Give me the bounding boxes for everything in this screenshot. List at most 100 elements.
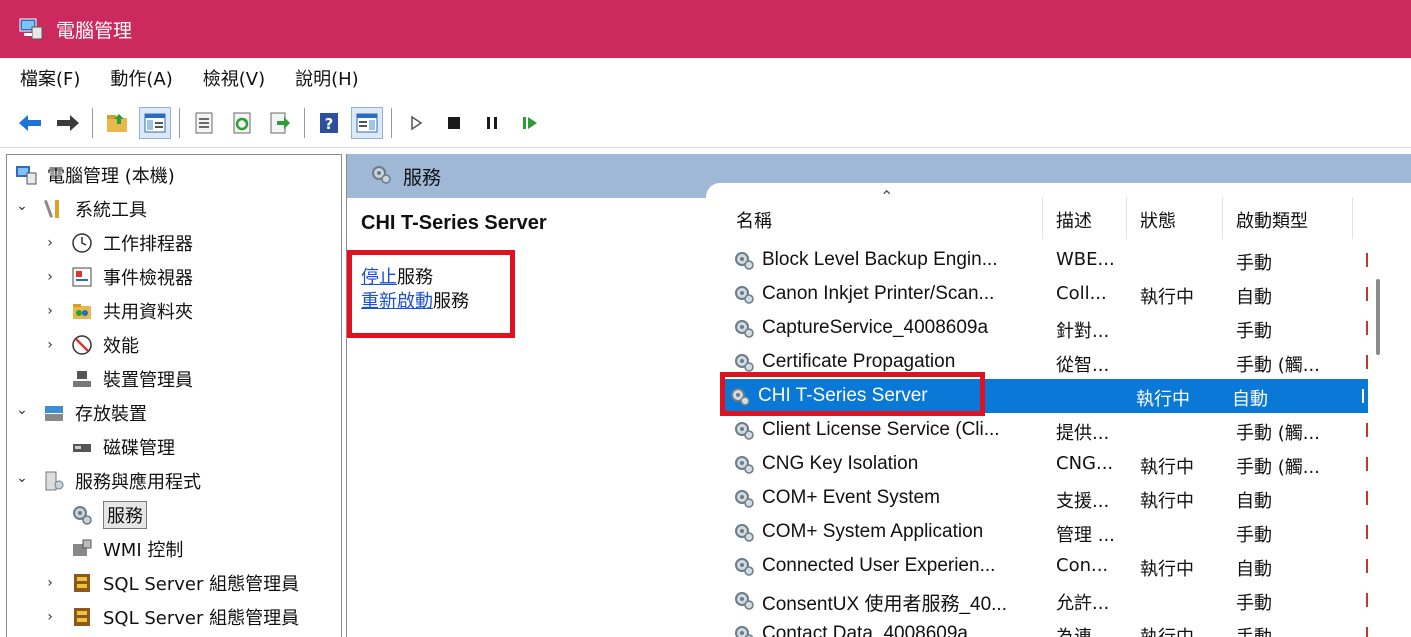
tree-item-label: SQL Server 組態管理員 [103,608,300,629]
column-divider[interactable] [1222,197,1223,239]
column-divider[interactable] [1042,197,1043,239]
tree-item[interactable]: › 工作排程器 [43,227,193,259]
help-icon[interactable]: ? [313,107,345,139]
service-description: 針對... [1056,321,1110,342]
sql-config-icon [71,606,93,628]
service-description: Con... [1056,555,1109,576]
tree-item[interactable]: › 效能 [43,329,139,361]
service-status: 執行中 [1140,491,1194,512]
chevron-down-icon[interactable]: ⌄ [15,402,29,418]
forward-arrow-icon[interactable] [52,107,84,139]
title-bar: 電腦管理 [0,0,1411,58]
tree-item-label: 服務 [103,501,147,529]
toolbar-separator [179,107,180,138]
show-hide-tree-icon[interactable] [139,106,171,139]
wmi-control-icon [71,538,93,560]
column-header-description[interactable]: 描述 [1056,207,1092,233]
toolbar-separator [391,107,392,138]
tree-item[interactable]: › 共用資料夾 [43,295,193,327]
service-startup-type: 手動 [1236,321,1272,342]
refresh-icon[interactable] [226,107,258,139]
tree-item[interactable]: › SQL Server 組態管理員 [43,601,299,633]
service-description: 支援... [1056,491,1110,512]
column-header-status[interactable]: 狀態 [1140,207,1176,233]
tree-item-label: WMI 控制 [103,540,184,561]
tree-item-label: 裝置管理員 [103,370,193,391]
tree-item-label: 存放裝置 [75,404,147,425]
column-divider[interactable] [1126,197,1127,239]
column-header-startup-type[interactable]: 啟動類型 [1236,207,1308,233]
chevron-right-icon[interactable]: › [43,575,57,591]
service-row[interactable]: COM+ System Application 管理 ... 手動 [726,515,1368,549]
service-startup-type: 手動 (觸... [1236,423,1320,444]
truncated-column-marker [1366,559,1368,573]
navigation-tree: 電腦管理 (本機) ⌄ 系統工具 › 工作排程器 › 事件檢視器 › 共用資料夾 › 效能裝置管理員… [6,154,342,637]
stop-service-icon[interactable] [438,107,470,139]
service-name: COM+ Event System [762,487,940,508]
service-gear-icon [732,419,756,441]
column-header-name[interactable]: 名稱 [736,207,772,233]
service-description: Coll... [1056,283,1107,304]
tree-item[interactable]: › SQL Server 組態管理員 [43,567,299,599]
pane-header-title: 服務 [403,166,442,189]
event-viewer-icon [71,266,93,288]
vertical-scrollbar[interactable] [1376,279,1380,355]
menu-help[interactable]: 說明(H) [295,65,359,91]
chevron-right-icon[interactable]: › [43,235,57,251]
service-status: 執行中 [1140,559,1194,580]
chevron-down-icon[interactable]: ⌄ [15,198,29,214]
service-row[interactable]: CaptureService_4008609a 針對... 手動 [726,311,1368,345]
tree-item[interactable]: 裝置管理員 [43,363,193,395]
tree-item[interactable]: 電腦管理 (本機) [15,159,175,191]
chevron-right-icon[interactable]: › [43,337,57,353]
chevron-right-icon[interactable]: › [43,269,57,285]
export-list-icon[interactable] [264,107,296,139]
service-row[interactable]: Block Level Backup Engin... WBE... 手動 [726,243,1368,277]
service-row[interactable]: Canon Inkjet Printer/Scan... Coll... 執行中 自動 [726,277,1368,311]
show-action-pane-icon[interactable] [351,106,383,139]
tree-item[interactable]: 服務 [43,499,147,531]
truncated-column-marker [1366,525,1368,539]
tree-item-label: 電腦管理 (本機) [47,166,175,187]
truncated-column-marker [1366,253,1368,267]
highlight-box-actions [347,250,515,338]
menu-file[interactable]: 檔案(F) [20,65,80,91]
service-row[interactable]: ConsentUX 使用者服務_40... 允許... 手動 [726,583,1368,617]
service-description: 允許... [1056,593,1110,614]
start-service-icon[interactable] [400,107,432,139]
tree-item[interactable]: ⌄ 存放裝置 [15,397,147,429]
chevron-down-icon[interactable]: ⌄ [15,470,29,486]
menu-view[interactable]: 檢視(V) [203,65,265,91]
tree-item[interactable]: › 事件檢視器 [43,261,193,293]
chevron-right-icon[interactable]: › [43,303,57,319]
tree-item[interactable]: WMI 控制 [43,533,183,565]
up-folder-icon[interactable] [101,107,133,139]
pause-service-icon[interactable] [476,107,508,139]
tree-item[interactable]: ⌄ 系統工具 [15,193,147,225]
svg-text:?: ? [325,115,334,133]
menu-action[interactable]: 動作(A) [110,65,172,91]
menu-bar: 檔案(F) 動作(A) 檢視(V) 說明(H) [0,58,1411,98]
toolbar-separator [92,107,93,138]
chevron-right-icon[interactable]: › [43,609,57,625]
service-startup-type: 自動 [1236,491,1272,512]
service-name: CNG Key Isolation [762,453,919,474]
service-row[interactable]: Contact Data_4008609a 為連... 執行中 手動 [726,617,1368,637]
service-description: 提供... [1056,423,1110,444]
service-gear-icon [732,589,756,611]
service-row[interactable]: Connected User Experien... Con... 執行中 自動 [726,549,1368,583]
service-row[interactable]: CNG Key Isolation CNG... 執行中 手動 (觸... [726,447,1368,481]
service-gear-icon [732,249,756,271]
service-gear-icon [732,487,756,509]
service-row[interactable]: COM+ Event System 支援... 執行中 自動 [726,481,1368,515]
service-startup-type: 手動 [1236,593,1272,614]
tree-item[interactable]: 磁碟管理 [43,431,175,463]
back-arrow-icon[interactable] [14,107,46,139]
column-divider[interactable] [1352,197,1353,239]
truncated-column-marker [1366,457,1368,471]
service-row[interactable]: Client License Service (Cli... 提供... 手動 (觸… [726,413,1368,447]
resume-service-icon[interactable] [514,107,546,139]
properties-icon[interactable] [188,107,220,139]
storage-icon [43,402,65,424]
tree-item[interactable]: ⌄ 服務與應用程式 [15,465,201,497]
